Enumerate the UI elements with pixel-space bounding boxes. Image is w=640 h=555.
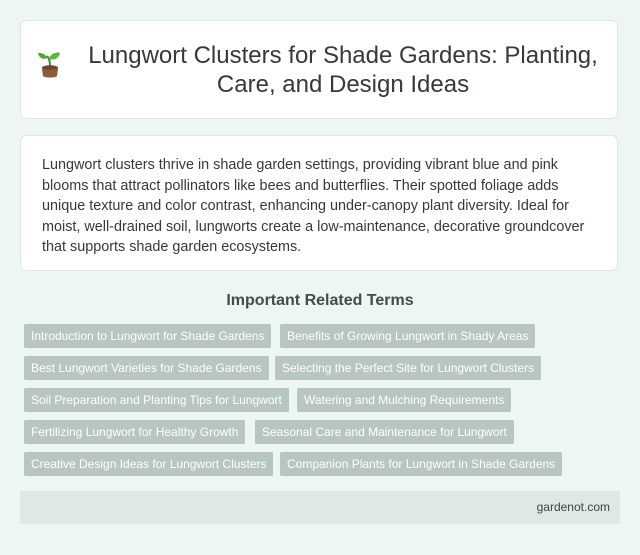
page-title: Lungwort Clusters for Shade Gardens: Pla… bbox=[88, 41, 598, 98]
related-term-tag[interactable]: Soil Preparation and Planting Tips for L… bbox=[24, 388, 289, 412]
footer: gardenot.com bbox=[20, 491, 620, 524]
title-card: Lungwort Clusters for Shade Gardens: Pla… bbox=[20, 20, 618, 119]
description-card: Lungwort clusters thrive in shade garden… bbox=[20, 135, 618, 271]
related-term-tag[interactable]: Introduction to Lungwort for Shade Garde… bbox=[24, 324, 272, 348]
related-term-tag[interactable]: Best Lungwort Varieties for Shade Garden… bbox=[24, 356, 269, 380]
related-term-tag[interactable]: Companion Plants for Lungwort in Shade G… bbox=[280, 452, 563, 476]
related-terms-heading: Important Related Terms bbox=[226, 292, 414, 309]
related-term-tag[interactable]: Watering and Mulching Requirements bbox=[297, 388, 512, 412]
related-term-tag[interactable]: Benefits of Growing Lungwort in Shady Ar… bbox=[280, 324, 536, 348]
footer-site-link[interactable]: gardenot.com bbox=[537, 500, 610, 514]
related-term-tag[interactable]: Seasonal Care and Maintenance for Lungwo… bbox=[255, 420, 514, 444]
related-term-tag[interactable]: Fertilizing Lungwort for Healthy Growth bbox=[24, 420, 246, 444]
sprout-icon bbox=[38, 52, 60, 77]
related-term-tag[interactable]: Creative Design Ideas for Lungwort Clust… bbox=[24, 452, 274, 476]
related-term-tag[interactable]: Selecting the Perfect Site for Lungwort … bbox=[275, 356, 542, 380]
description-text: Lungwort clusters thrive in shade garden… bbox=[42, 157, 585, 255]
